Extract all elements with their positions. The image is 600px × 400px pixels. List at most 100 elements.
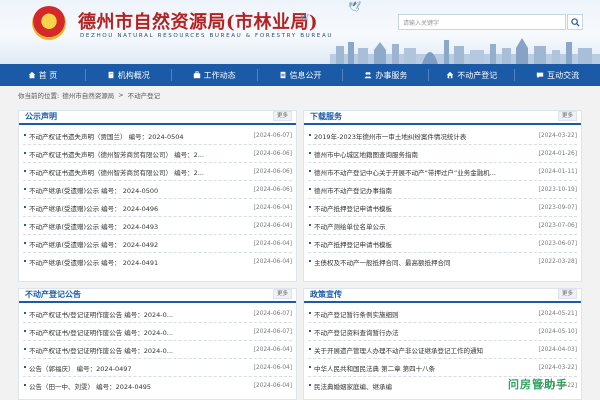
breadcrumb-current[interactable]: 不动产登记 — [128, 90, 161, 100]
list-item-date: [2024-06-04] — [253, 240, 292, 247]
nav-about[interactable]: 机构概况 — [86, 64, 171, 86]
list-item-date: [2024-06-04] — [253, 259, 292, 265]
house-icon — [447, 71, 454, 79]
nav-news[interactable]: 工作动态 — [172, 64, 257, 86]
registration-notice-panel: 不动产登记公告 更多 不动产权证书/登记证明作废公告 编号：2024-0... [… — [18, 288, 297, 400]
nav-real-estate[interactable]: 不动产登记 — [429, 64, 514, 86]
search-input[interactable]: 请输入关键字 — [398, 14, 566, 30]
list-item[interactable]: 不动产继承(受遗赠)公示 编号： 2024-0496 [2024-06-04] — [23, 199, 292, 217]
list-item-date: [2024-01-11] — [538, 168, 577, 175]
announcement-list: 不动产权证书遗失声明（贾国兰） 编号：2024-0504 [2024-06-07]… — [19, 125, 296, 271]
list-item[interactable]: 不动产登记暂行条例实施细则 [2024-05-21] — [308, 305, 577, 323]
nav-label: 机构概况 — [117, 70, 150, 80]
list-item-title: 不动产继承(受遗赠)公示 编号： 2024-0496 — [23, 203, 158, 213]
national-emblem-icon: ★ — [32, 6, 66, 40]
list-item[interactable]: 2019年-2023年德州市一审土地纠纷案件情况统计表 [2024-03-22] — [308, 127, 577, 145]
list-item-date: [2024-06-04] — [253, 222, 292, 229]
more-button[interactable]: 更多 — [557, 289, 577, 299]
list-item[interactable]: 不动产权证书遗失声明（贾国兰） 编号：2024-0504 [2024-06-07] — [23, 127, 292, 145]
download-panel: 下载服务 更多 2019年-2023年德州市一审土地纠纷案件情况统计表 [2024… — [303, 110, 582, 282]
list-item[interactable]: 不动产权证书遗失声明（德州智芳商贸有限公司） 编号：2... [2024-06-0… — [23, 163, 292, 181]
list-item-date: [2024-05-21] — [538, 310, 577, 317]
list-item-title: 不动产抵押登记申请书模板 — [308, 239, 392, 249]
building-icon — [108, 71, 114, 79]
list-item-date: [2024-06-07] — [253, 310, 292, 317]
panel-title: 不动产登记公告 — [25, 290, 81, 299]
list-item-title: 不动产继承(受遗赠)公示 编号： 2024-0491 — [23, 257, 158, 267]
list-item[interactable]: 不动产权证书/登记证明作废公告 编号：2024-0... [2024-06-07] — [23, 323, 292, 341]
list-item-title: 不动产权证书/登记证明作废公告 编号：2024-0... — [23, 309, 173, 319]
list-item[interactable]: 不动产登记资料查询暂行办法 [2024-05-10] — [308, 323, 577, 341]
list-item[interactable]: 不动产继承(受遗赠)公示 编号： 2024-0500 [2024-06-06] — [23, 181, 292, 199]
watermark: 问房管助手 — [508, 378, 568, 391]
list-item[interactable]: 主债权及不动产一般抵押合同、最高额抵押合同 [2022-03-28] — [308, 253, 577, 271]
briefcase-icon — [193, 71, 200, 79]
nav-disclosure[interactable]: 信息公开 — [258, 64, 343, 86]
list-item-date: [2023-09-07] — [538, 204, 577, 211]
search-button[interactable] — [567, 14, 583, 30]
list-item-date: [2023-07-06] — [538, 222, 577, 229]
list-item-title: 不动产权证书遗失声明（德州智芳商贸有限公司） 编号：2... — [23, 149, 204, 159]
city-skyline-graphic — [330, 38, 600, 64]
more-button[interactable]: 更多 — [272, 111, 292, 121]
nav-interaction[interactable]: 互动交流 — [515, 64, 600, 86]
list-item[interactable]: 不动产权证书遗失声明（德州智芳商贸有限公司） 编号：2... [2024-06-0… — [23, 145, 292, 163]
nav-home[interactable]: 首 页 — [0, 64, 85, 86]
list-item-date: [2023-10-19] — [538, 186, 577, 193]
list-item-title: 民法典婚姻家庭编、继承编 — [308, 381, 392, 391]
list-item[interactable]: 关于开展遗产管理人办理不动产非公证继承登记工作的通知 [2024-04-03] — [308, 341, 577, 359]
list-item[interactable]: 不动产继承(受遗赠)公示 编号： 2024-0493 [2024-06-04] — [23, 217, 292, 235]
list-item-date: [2024-06-07] — [253, 132, 292, 139]
list-item-date: [2024-06-06] — [253, 168, 292, 175]
site-subtitle: DEZHOU NATURAL RESOURCES BUREAU & FOREST… — [80, 33, 334, 39]
list-item[interactable]: 德州市不动产登记中心关于开展不动产“带押过户”业务金融机... [2024-01-… — [308, 163, 577, 181]
list-item-title: 公告（郭福庆） 编号：2024-0497 — [23, 363, 132, 373]
list-item-date: [2024-06-04] — [253, 364, 292, 371]
list-item[interactable]: 不动产权证书/登记证明作废公告 编号：2024-0... [2024-06-07] — [23, 305, 292, 323]
list-item[interactable]: 不动产抵押登记申请书模板 [2023-06-07] — [308, 235, 577, 253]
breadcrumb-separator: > — [118, 91, 124, 99]
nav-label: 信息公开 — [289, 70, 322, 80]
list-item-title: 中华人民共和国民法典 第二章 第四十八条 — [308, 363, 435, 373]
chat-icon — [536, 72, 544, 79]
list-item-date: [2024-05-10] — [538, 328, 577, 335]
breadcrumb-prefix: 你当前的位置: — [18, 92, 60, 100]
list-item[interactable]: 不动产抵押登记申请书模板 [2023-09-07] — [308, 199, 577, 217]
list-item[interactable]: 公告（田一中、刘雯） 编号：2024-0495 [2024-06-04] — [23, 377, 292, 395]
search-icon — [570, 17, 580, 27]
site-title[interactable]: 德州市自然资源局(市林业局) — [78, 8, 318, 34]
more-button[interactable]: 更多 — [272, 289, 292, 299]
panel-header: 不动产登记公告 更多 — [19, 289, 296, 303]
panel-header: 公示声明 更多 — [19, 111, 296, 125]
list-item-date: [2024-06-04] — [253, 346, 292, 353]
list-item[interactable]: 公告（郭福庆） 编号：2024-0497 [2024-06-04] — [23, 359, 292, 377]
list-item-title: 不动产继承(受遗赠)公示 编号： 2024-0492 — [23, 239, 158, 249]
document-icon — [280, 71, 285, 79]
breadcrumb-home-link[interactable]: 德州市自然资源局 — [62, 90, 114, 100]
download-list: 2019年-2023年德州市一审土地纠纷案件情况统计表 [2024-03-22] … — [304, 125, 581, 271]
list-item[interactable]: 不动产继承(受遗赠)公示 编号： 2024-0492 [2024-06-04] — [23, 235, 292, 253]
list-item[interactable]: 不动产测绘单位名单公示 [2023-07-06] — [308, 217, 577, 235]
list-item[interactable]: 不动产权证书/登记证明作废公告 编号：2024-0... [2024-06-04] — [23, 341, 292, 359]
nav-services[interactable]: 办事服务 — [343, 64, 428, 86]
list-item[interactable]: 德州市中心城区地籍图查询服务指南 [2024-01-26] — [308, 145, 577, 163]
more-button[interactable]: 更多 — [557, 111, 577, 121]
list-item-date: [2024-06-06] — [253, 150, 292, 157]
list-item-title: 不动产权证书遗失声明（贾国兰） 编号：2024-0504 — [23, 131, 184, 141]
list-item-date: [2024-06-07] — [253, 328, 292, 335]
nav-label: 办事服务 — [375, 70, 408, 80]
list-item-title: 德州市中心城区地籍图查询服务指南 — [308, 149, 418, 159]
list-item-date: [2024-03-22] — [538, 364, 577, 371]
main-navigation: 首 页 机构概况 工作动态 信息公开 办事服务 不动产登记 互动交流 — [0, 64, 600, 86]
home-icon — [28, 71, 35, 79]
registration-list: 不动产权证书/登记证明作废公告 编号：2024-0... [2024-06-07]… — [19, 303, 296, 395]
list-item-date: [2022-03-28] — [538, 259, 577, 265]
list-item[interactable]: 德州市不动产登记办事指南 [2023-10-19] — [308, 181, 577, 199]
list-item-title: 不动产继承(受遗赠)公示 编号： 2024-0500 — [23, 185, 158, 195]
list-item-date: [2024-01-26] — [538, 150, 577, 157]
nav-label: 互动交流 — [547, 70, 580, 80]
bird-icon: 🕊 — [300, 14, 309, 22]
list-item[interactable]: 中华人民共和国民法典 第二章 第四十八条 [2024-03-22] — [308, 359, 577, 377]
list-item-date: [2023-06-07] — [538, 240, 577, 247]
list-item[interactable]: 不动产继承(受遗赠)公示 编号： 2024-0491 [2024-06-04] — [23, 253, 292, 271]
